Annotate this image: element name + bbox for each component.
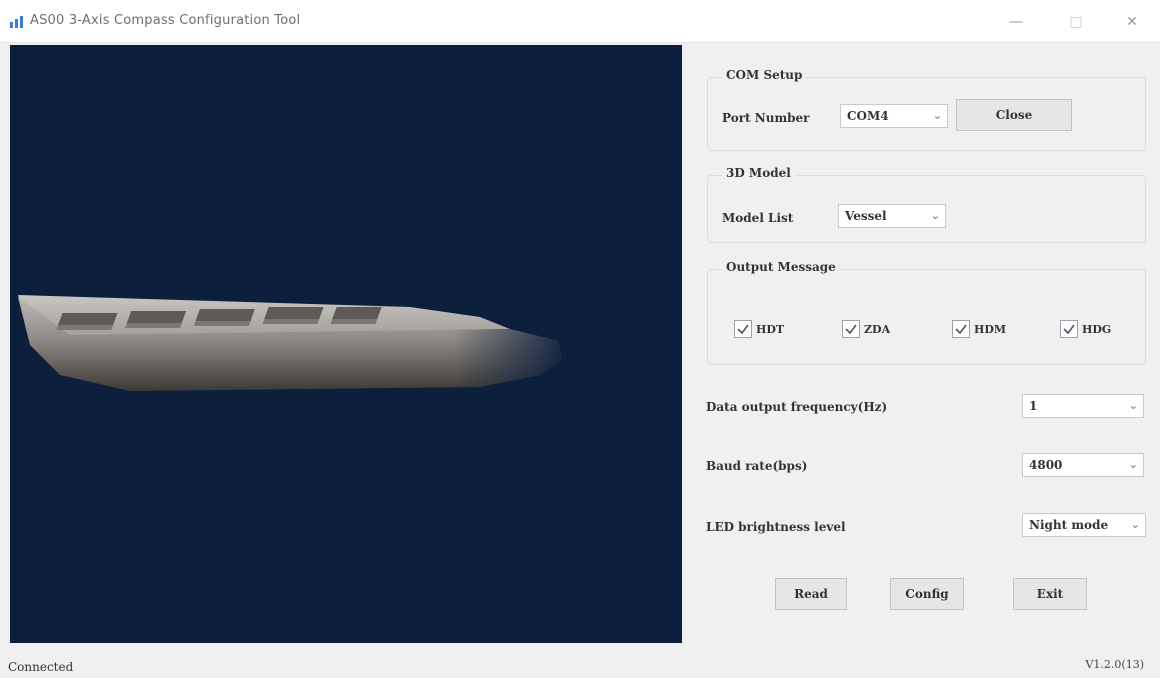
app-icon bbox=[10, 16, 23, 28]
settings-panel: COM Setup Port Number COM4 ⌄ Close 3D Mo… bbox=[693, 45, 1158, 645]
maximize-button[interactable]: □ bbox=[1056, 10, 1096, 34]
model-title: 3D Model bbox=[722, 166, 795, 180]
chevron-down-icon: ⌄ bbox=[932, 109, 942, 122]
output-message-group: Output Message HDT ZDA HDM HDG bbox=[707, 260, 1146, 365]
zda-label: ZDA bbox=[864, 323, 891, 336]
hdg-checkbox[interactable]: HDG bbox=[1060, 320, 1130, 342]
baud-rate-select[interactable]: 4800 ⌄ bbox=[1022, 453, 1144, 477]
check-icon bbox=[955, 324, 967, 335]
com-setup-title: COM Setup bbox=[722, 68, 807, 82]
check-icon bbox=[845, 324, 857, 335]
title-bar: AS00 3-Axis Compass Configuration Tool —… bbox=[0, 0, 1160, 43]
version-label: V1.2.0(13) bbox=[1085, 658, 1144, 671]
check-icon bbox=[1063, 324, 1075, 335]
checkbox-box bbox=[842, 320, 860, 338]
window-title: AS00 3-Axis Compass Configuration Tool bbox=[30, 13, 301, 28]
hdm-label: HDM bbox=[974, 323, 1007, 336]
hdm-checkbox[interactable]: HDM bbox=[952, 320, 1022, 342]
config-button[interactable]: Config bbox=[890, 578, 964, 610]
chevron-down-icon: ⌄ bbox=[930, 209, 940, 222]
port-number-value: COM4 bbox=[847, 109, 889, 123]
read-button[interactable]: Read bbox=[775, 578, 847, 610]
port-number-select[interactable]: COM4 ⌄ bbox=[840, 104, 948, 128]
led-brightness-select[interactable]: Night mode ⌄ bbox=[1022, 513, 1146, 537]
model-group: 3D Model Model List Vessel ⌄ bbox=[707, 166, 1146, 243]
hdt-checkbox[interactable]: HDT bbox=[734, 320, 804, 342]
chevron-down-icon: ⌄ bbox=[1128, 399, 1138, 412]
hdt-label: HDT bbox=[756, 323, 785, 336]
check-icon bbox=[737, 324, 749, 335]
led-brightness-value: Night mode bbox=[1029, 518, 1109, 532]
frequency-value: 1 bbox=[1029, 399, 1038, 413]
model-list-select[interactable]: Vessel ⌄ bbox=[838, 204, 946, 228]
status-bar: Connected V1.2.0(13) bbox=[0, 648, 1160, 678]
chevron-down-icon: ⌄ bbox=[1130, 518, 1140, 531]
vessel-model-render bbox=[18, 295, 562, 391]
close-port-button[interactable]: Close bbox=[956, 99, 1072, 131]
baud-rate-label: Baud rate(bps) bbox=[706, 459, 808, 473]
led-brightness-label: LED brightness level bbox=[706, 520, 846, 534]
frequency-select[interactable]: 1 ⌄ bbox=[1022, 394, 1144, 418]
hdg-label: HDG bbox=[1082, 323, 1112, 336]
zda-checkbox[interactable]: ZDA bbox=[842, 320, 912, 342]
minimize-button[interactable]: — bbox=[996, 10, 1036, 34]
checkbox-box bbox=[1060, 320, 1078, 338]
connection-status: Connected bbox=[8, 660, 74, 674]
close-window-button[interactable]: ✕ bbox=[1112, 10, 1152, 34]
port-number-label: Port Number bbox=[722, 111, 810, 125]
com-setup-group: COM Setup Port Number COM4 ⌄ Close bbox=[707, 68, 1146, 151]
exit-button[interactable]: Exit bbox=[1013, 578, 1087, 610]
model-list-label: Model List bbox=[722, 211, 794, 225]
baud-rate-value: 4800 bbox=[1029, 458, 1063, 472]
output-message-title: Output Message bbox=[722, 260, 840, 274]
model-viewport[interactable] bbox=[10, 45, 682, 643]
model-list-value: Vessel bbox=[845, 209, 887, 223]
chevron-down-icon: ⌄ bbox=[1128, 458, 1138, 471]
checkbox-box bbox=[734, 320, 752, 338]
frequency-label: Data output frequency(Hz) bbox=[706, 400, 888, 414]
checkbox-box bbox=[952, 320, 970, 338]
